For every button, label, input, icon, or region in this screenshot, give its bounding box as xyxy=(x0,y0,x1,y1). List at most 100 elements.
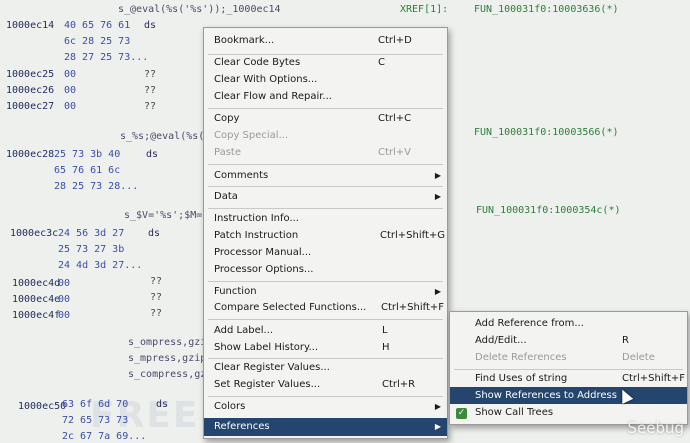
menu-shortcut: R xyxy=(622,335,629,346)
menu-separator xyxy=(208,396,443,397)
menu-label: Comments xyxy=(214,170,269,181)
menu-label: Instruction Info... xyxy=(214,213,299,224)
xref-link-2[interactable]: FUN_100031f0:10003566(*) xyxy=(474,127,619,139)
hex-bytes: 00 xyxy=(64,69,77,80)
menu-item-set-register-values[interactable]: Set Register Values... Ctrl+R xyxy=(204,377,447,393)
menu-label: Bookmark... xyxy=(214,35,275,46)
menu-item-add-reference-from[interactable]: Add Reference from... xyxy=(450,316,687,332)
address[interactable]: 1000ec14 xyxy=(6,20,54,32)
hex-bytes: 00 xyxy=(58,294,71,305)
menu-item-patch-instruction[interactable]: Patch Instruction Ctrl+Shift+G xyxy=(204,228,447,244)
undefined-data: ?? xyxy=(150,308,163,319)
menu-item-show-refs-to-address[interactable]: Show References to Address xyxy=(450,387,687,404)
menu-label: Clear Register Values... xyxy=(214,362,330,373)
undefined-data: ?? xyxy=(144,85,157,96)
address[interactable]: 1000ec50 xyxy=(18,401,66,413)
menu-item-instruction-info[interactable]: Instruction Info... xyxy=(204,211,447,227)
menu-item-processor-options[interactable]: Processor Options... xyxy=(204,262,447,278)
label-1[interactable]: s_@eval(%s('%s'));_1000ec14 xyxy=(118,4,281,16)
menu-shortcut: Ctrl+Shift+F xyxy=(381,302,445,313)
menu-separator xyxy=(208,186,443,187)
menu-label: Processor Options... xyxy=(214,264,314,275)
submenu-arrow-icon: ▶ xyxy=(434,287,441,296)
address[interactable]: 1000ec25 xyxy=(6,69,54,81)
menu-label: Add Label... xyxy=(214,325,274,336)
menu-item-clear-flow-repair[interactable]: Clear Flow and Repair... xyxy=(204,89,447,105)
undefined-data: ?? xyxy=(144,69,157,80)
menu-shortcut: Ctrl+C xyxy=(378,113,412,124)
menu-shortcut: Ctrl+V xyxy=(378,147,412,158)
menu-label: Add/Edit... xyxy=(475,335,527,346)
menu-item-copy-special[interactable]: Copy Special... xyxy=(204,128,447,144)
menu-shortcut: L xyxy=(382,325,388,336)
address[interactable]: 1000ec4e xyxy=(12,294,60,306)
undefined-data: ?? xyxy=(150,292,163,303)
menu-item-data[interactable]: Data ▶ xyxy=(204,189,447,205)
menu-separator xyxy=(208,208,443,209)
address[interactable]: 1000ec3c xyxy=(10,228,58,240)
menu-label: Set Register Values... xyxy=(214,379,321,390)
call-tree-icon: ✓ xyxy=(456,408,467,419)
address[interactable]: 1000ec28 xyxy=(6,149,54,161)
menu-item-find-uses-of-string[interactable]: Find Uses of string Ctrl+Shift+F xyxy=(450,371,687,387)
menu-item-clear-code-bytes[interactable]: Clear Code Bytes C xyxy=(204,55,447,71)
menu-item-paste[interactable]: Paste Ctrl+V xyxy=(204,145,447,161)
menu-label: Copy Special... xyxy=(214,130,289,141)
menu-item-function[interactable]: Function ▶ xyxy=(204,284,447,300)
submenu-arrow-icon: ▶ xyxy=(434,422,441,431)
hex-bytes: 40 65 76 61 xyxy=(64,20,131,31)
menu-item-clear-register-values[interactable]: Clear Register Values... xyxy=(204,360,447,376)
references-submenu: Add Reference from... Add/Edit... R Dele… xyxy=(449,311,688,425)
menu-item-add-label[interactable]: Add Label... L xyxy=(204,323,447,339)
hex-bytes: 24 4d 3d 27... xyxy=(58,260,143,271)
menu-item-delete-references[interactable]: Delete References Delete xyxy=(450,350,687,366)
mnemonic: ds xyxy=(144,20,157,31)
menu-label: Function xyxy=(214,286,257,297)
xref-link-1[interactable]: FUN_100031f0:10003636(*) xyxy=(474,4,619,16)
menu-label: Clear With Options... xyxy=(214,74,318,85)
hex-bytes: 6c 28 25 73 xyxy=(64,36,131,47)
menu-label: Colors xyxy=(214,401,246,412)
menu-shortcut: H xyxy=(382,342,390,353)
seebug-logo: Seebug xyxy=(627,419,684,437)
menu-label: Paste xyxy=(214,147,241,158)
hex-bytes: 00 xyxy=(58,310,71,321)
hex-bytes: 00 xyxy=(64,85,77,96)
menu-item-show-label-history[interactable]: Show Label History... H xyxy=(204,340,447,356)
address[interactable]: 1000ec27 xyxy=(6,101,54,113)
menu-separator xyxy=(208,358,443,359)
xref-link-3[interactable]: FUN_100031f0:1000354c(*) xyxy=(476,205,621,217)
menu-separator xyxy=(208,164,443,165)
menu-item-clear-with-options[interactable]: Clear With Options... xyxy=(204,72,447,88)
context-menu: Bookmark... Ctrl+D Clear Code Bytes C Cl… xyxy=(203,27,448,439)
menu-item-references[interactable]: References ▶ xyxy=(204,418,447,436)
menu-item-colors[interactable]: Colors ▶ xyxy=(204,399,447,415)
menu-item-comments[interactable]: Comments ▶ xyxy=(204,168,447,184)
xref-header: XREF[1]: xyxy=(400,4,449,15)
menu-separator xyxy=(208,108,443,109)
undefined-data: ?? xyxy=(144,101,157,112)
address[interactable]: 1000ec4f xyxy=(12,310,60,322)
menu-label: Patch Instruction xyxy=(214,230,299,241)
menu-label: Add Reference from... xyxy=(475,318,584,329)
undefined-data: ?? xyxy=(150,276,163,287)
menu-label: Data xyxy=(214,191,238,202)
mnemonic: ds xyxy=(148,228,161,239)
menu-item-copy[interactable]: Copy Ctrl+C xyxy=(204,111,447,127)
submenu-arrow-icon: ▶ xyxy=(434,402,441,411)
address[interactable]: 1000ec4d xyxy=(12,278,60,290)
hex-bytes: 28 25 73 28... xyxy=(54,181,139,192)
menu-item-processor-manual[interactable]: Processor Manual... xyxy=(204,245,447,261)
menu-label: Copy xyxy=(214,113,240,124)
hex-bytes: 28 27 25 73... xyxy=(64,52,149,63)
menu-label: Clear Code Bytes xyxy=(214,57,301,68)
hex-bytes: 00 xyxy=(64,101,77,112)
menu-item-compare-functions[interactable]: Compare Selected Functions... Ctrl+Shift… xyxy=(204,300,447,316)
address[interactable]: 1000ec26 xyxy=(6,85,54,97)
menu-item-bookmark[interactable]: Bookmark... Ctrl+D xyxy=(204,33,447,49)
menu-separator xyxy=(454,369,683,370)
hex-bytes: 25 73 3b 40 xyxy=(54,149,121,160)
hex-bytes: 24 56 3d 27 xyxy=(58,228,125,239)
menu-item-add-edit[interactable]: Add/Edit... R xyxy=(450,333,687,349)
hex-bytes: 25 73 27 3b xyxy=(58,244,125,255)
